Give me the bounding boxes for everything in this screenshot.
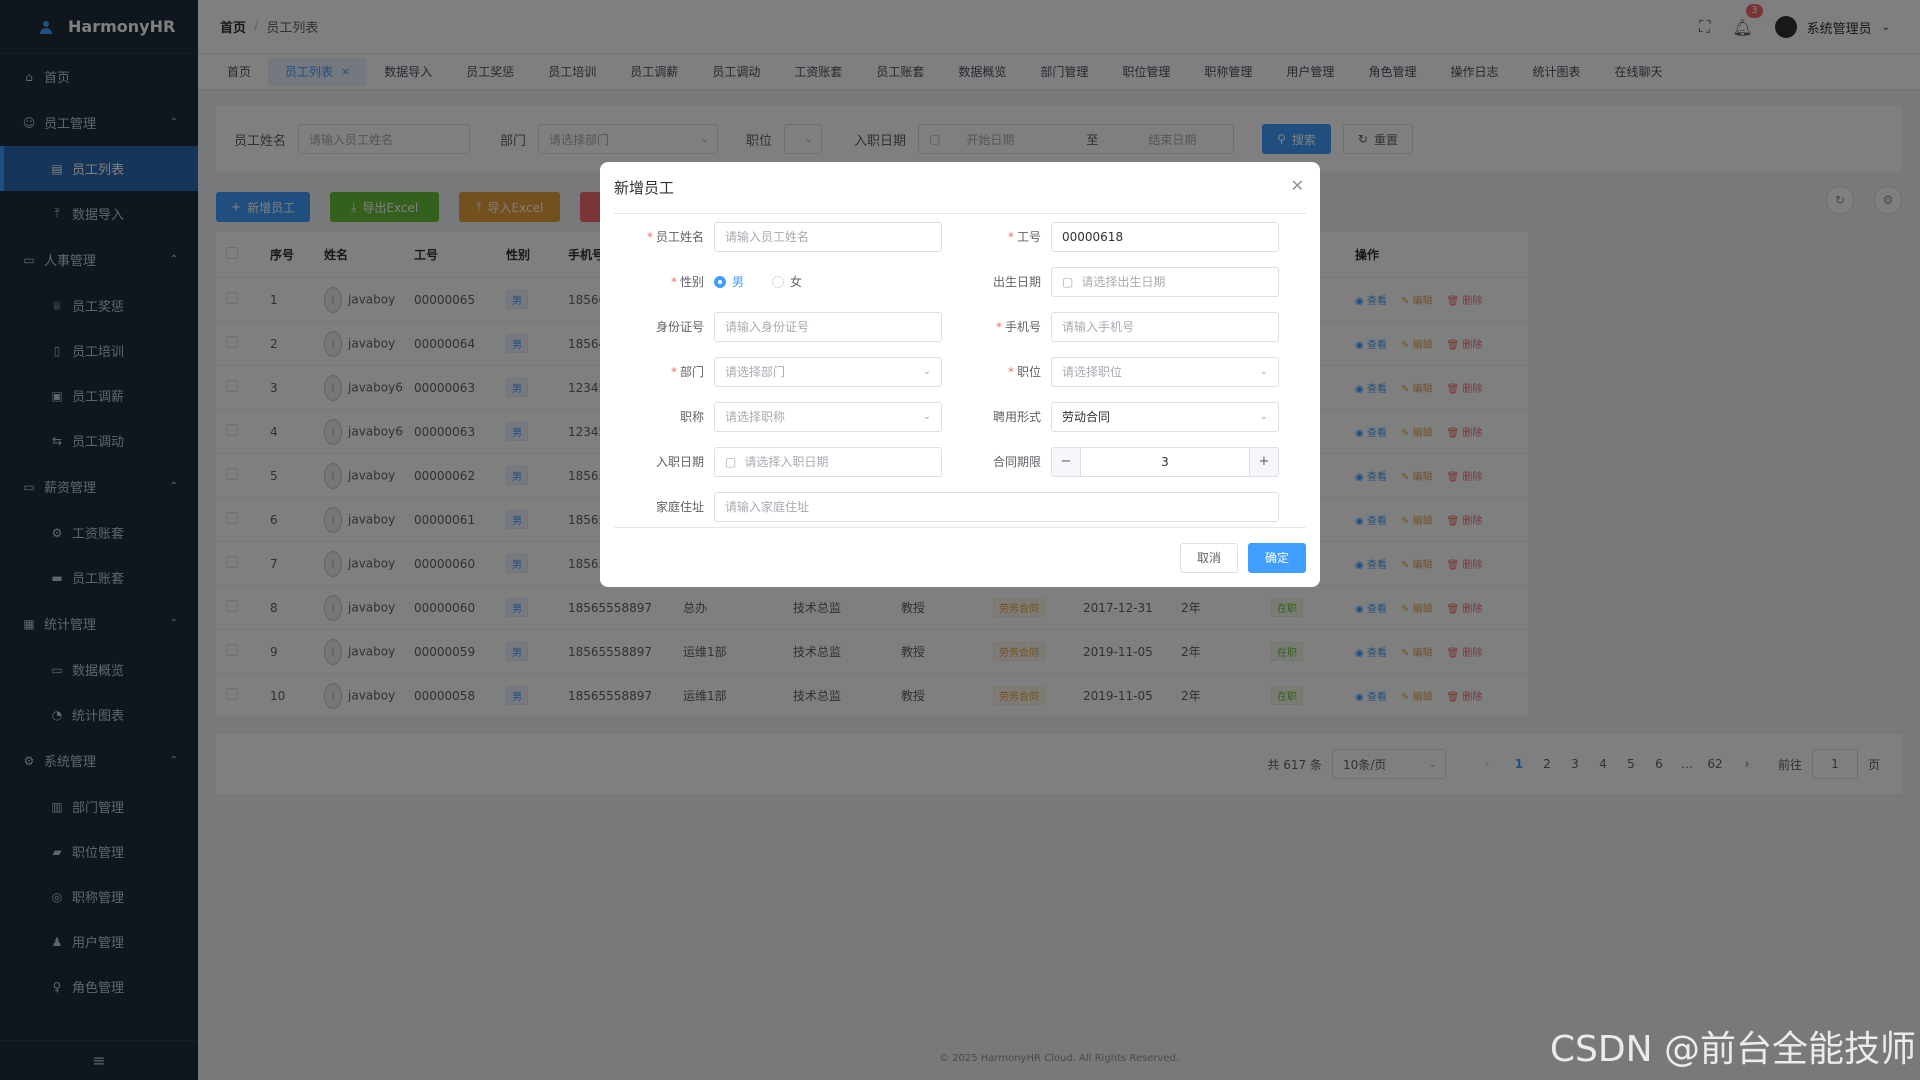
jobtitle-select[interactable]: 请选择职称 ⌄	[714, 401, 942, 432]
form-row: * 部门 请选择部门 ⌄ * 职位 请选择职位 ⌄	[614, 349, 1306, 394]
chevron-down-icon: ⌄	[1259, 366, 1268, 377]
birthday-label: 出生日期	[992, 275, 1041, 289]
close-icon[interactable]: ✕	[1291, 176, 1304, 195]
contract-term-value[interactable]: 3	[1080, 447, 1250, 476]
form-row: 入职日期 ▢ 请选择入职日期 合同期限 − 3 +	[614, 439, 1306, 484]
address-label: 家庭住址	[655, 500, 704, 514]
watermark: CSDN @前台全能技师	[1549, 1029, 1916, 1070]
engage-label: 聘用形式	[992, 410, 1041, 424]
chevron-down-icon: ⌄	[922, 411, 931, 422]
idcard-input[interactable]: 请输入身份证号	[714, 311, 942, 342]
position-label: * 职位	[1007, 365, 1041, 379]
gender-label: * 性别	[670, 275, 704, 289]
calendar-icon: ▢	[1062, 274, 1074, 289]
confirm-button[interactable]: 确定	[1247, 542, 1306, 573]
chevron-down-icon: ⌄	[1259, 411, 1268, 422]
add-employee-dialog: 新增员工 ✕ * 员工姓名 请输入员工姓名 * 工号 00000618 * 性别 男 女 …	[600, 162, 1320, 587]
dept-label: * 部门	[670, 365, 704, 379]
dept-select[interactable]: 请选择部门 ⌄	[714, 356, 942, 387]
gender-male-radio[interactable]: 男	[714, 273, 744, 290]
form-row: * 员工姓名 请输入员工姓名 * 工号 00000618	[614, 214, 1306, 259]
radio-unchecked-icon	[772, 275, 785, 288]
form-row: 家庭住址 请输入家庭住址	[614, 484, 1306, 529]
workid-input[interactable]: 00000618	[1051, 221, 1279, 252]
form-row: 职称 请选择职称 ⌄ 聘用形式 劳动合同 ⌄	[614, 394, 1306, 439]
cancel-button[interactable]: 取消	[1179, 542, 1238, 573]
position-select[interactable]: 请选择职位 ⌄	[1051, 356, 1279, 387]
chevron-down-icon: ⌄	[922, 366, 931, 377]
workid-label: * 工号	[1007, 230, 1041, 244]
name-label: * 员工姓名	[646, 230, 704, 244]
gender-female-radio[interactable]: 女	[772, 273, 802, 290]
form-row: 身份证号 请输入身份证号 * 手机号 请输入手机号	[614, 304, 1306, 349]
dialog-footer: 取消 确定	[614, 527, 1306, 587]
begin-date-label: 入职日期	[655, 455, 704, 469]
dialog-title: 新增员工	[614, 162, 1306, 214]
radio-checked-icon	[714, 275, 726, 288]
plus-icon[interactable]: +	[1250, 447, 1278, 476]
idcard-label: 身份证号	[655, 320, 704, 334]
engage-form-select[interactable]: 劳动合同 ⌄	[1051, 401, 1279, 432]
jobtitle-label: 职称	[679, 410, 704, 424]
address-input[interactable]: 请输入家庭住址	[714, 491, 1279, 522]
contract-term-stepper: − 3 +	[1051, 446, 1279, 477]
contract-term-label: 合同期限	[992, 455, 1041, 469]
employee-name-input[interactable]: 请输入员工姓名	[714, 221, 942, 252]
phone-input[interactable]: 请输入手机号	[1051, 311, 1279, 342]
phone-label: * 手机号	[995, 320, 1041, 334]
birthday-picker[interactable]: ▢ 请选择出生日期	[1051, 266, 1279, 297]
form-row: * 性别 男 女 出生日期 ▢ 请选择出生日期	[614, 259, 1306, 304]
calendar-icon: ▢	[725, 454, 737, 469]
minus-icon[interactable]: −	[1052, 447, 1080, 476]
begin-date-picker[interactable]: ▢ 请选择入职日期	[714, 446, 942, 477]
